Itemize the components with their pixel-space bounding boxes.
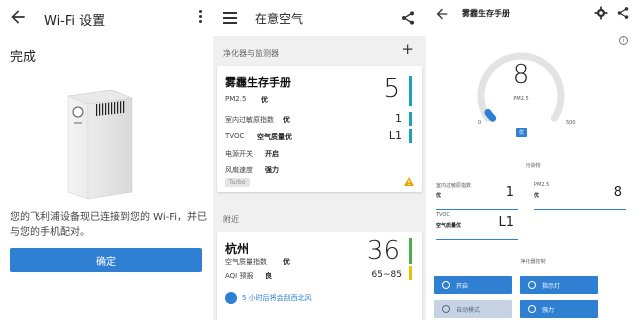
device-row: 室内过敏原指数 优 1: [225, 112, 402, 125]
device-card[interactable]: 雾霾生存手册 5 PM2.5 优 室内过敏原指数 优 1 TVOC 空气质量优 …: [217, 66, 422, 192]
city-name: 杭州: [225, 242, 250, 256]
indicator-light-button[interactable]: 指示灯: [520, 276, 598, 294]
section-nearby-heading: 附近: [223, 215, 239, 224]
air-list-topbar: 在意空气: [213, 0, 426, 36]
device-row: 风扇速度 强力: [225, 166, 279, 174]
tvoc-metric: TVOC 空气质量优 L1: [436, 212, 518, 240]
completion-heading: 完成: [10, 50, 37, 65]
city-row: AQI 预报 良 65~85: [225, 270, 402, 280]
allergen-bar: [409, 112, 412, 126]
city-row: 空气质量指数 优: [225, 258, 290, 266]
wind-forecast: 5 小时后将会刮西北风: [225, 292, 312, 304]
air-purifier-image: [67, 89, 133, 200]
share-icon[interactable]: [400, 10, 416, 26]
power-icon: [442, 281, 450, 289]
page-title: 雾霾生存手册: [462, 9, 510, 18]
device-row: TVOC 空气质量优 L1: [225, 129, 402, 142]
device-row: PM2.5 优: [225, 95, 268, 104]
connection-description: 您的飞利浦设备现已连接到您的 Wi-Fi，并已与您的手机配对。: [10, 212, 208, 238]
wind-icon: [225, 292, 237, 304]
hamburger-menu-icon[interactable]: [223, 12, 237, 24]
tvoc-bar: [409, 129, 412, 143]
gauge-status-badge: 优: [516, 128, 528, 137]
device-row: 电源开关 开启: [225, 150, 279, 158]
info-icon[interactable]: i: [619, 36, 628, 45]
gauge-value: 8: [512, 60, 530, 90]
air-list-screen: 在意空气 净化器与监测器 + 雾霾生存手册 5 PM2.5 优 室内过敏原指数 …: [213, 0, 426, 320]
wifi-topbar: Wi-Fi 设置: [0, 0, 213, 36]
wifi-setup-screen: Wi-Fi 设置 完成 您的飞利浦设备现已连接到您的 Wi-Fi，并已与您的手机…: [0, 0, 213, 320]
gauge-max-label: 500: [566, 120, 576, 126]
gauge-label: PM2.5: [513, 96, 529, 102]
confirm-button[interactable]: 确定: [10, 248, 202, 272]
share-icon[interactable]: [616, 6, 630, 20]
add-device-icon[interactable]: +: [401, 42, 414, 57]
auto-mode-icon: [442, 305, 450, 313]
fan-icon: [528, 305, 536, 313]
turbo-speed-button[interactable]: 强力: [520, 300, 598, 318]
page-title: 在意空气: [255, 12, 304, 26]
auto-mode-button[interactable]: 自动模式: [434, 300, 512, 318]
city-card[interactable]: 杭州 36 空气质量指数 优 AQI 预报 良 65~85 5 小时后将会刮西北…: [217, 232, 422, 320]
section-controls-heading: 净化器控制: [520, 259, 546, 265]
pm25-metric: PM2.5 优 8: [534, 182, 626, 210]
settings-gear-icon[interactable]: [594, 6, 608, 20]
back-arrow-icon[interactable]: [8, 7, 28, 27]
mode-tag: Turbo: [225, 178, 250, 187]
page-title: Wi-Fi 设置: [44, 14, 106, 29]
section-pollutants-heading: 污染物: [525, 163, 541, 169]
device-detail-screen: 雾霾生存手册 i 8 PM2.5 0 500 优 污染物 室内过敏原指数 优 1…: [426, 0, 640, 320]
more-options-icon[interactable]: [197, 10, 203, 26]
back-arrow-icon[interactable]: [434, 6, 450, 22]
gauge-level-arc: [484, 109, 497, 122]
light-bulb-icon: [528, 281, 536, 289]
warning-icon: [404, 177, 414, 186]
device-name: 雾霾生存手册: [225, 76, 291, 89]
section-devices-heading: 净化器与监测器: [223, 49, 279, 58]
gauge-min-label: 0: [478, 120, 482, 126]
power-toggle-button[interactable]: 开启: [434, 276, 512, 294]
allergen-metric: 室内过敏原指数 优 1: [436, 182, 518, 210]
